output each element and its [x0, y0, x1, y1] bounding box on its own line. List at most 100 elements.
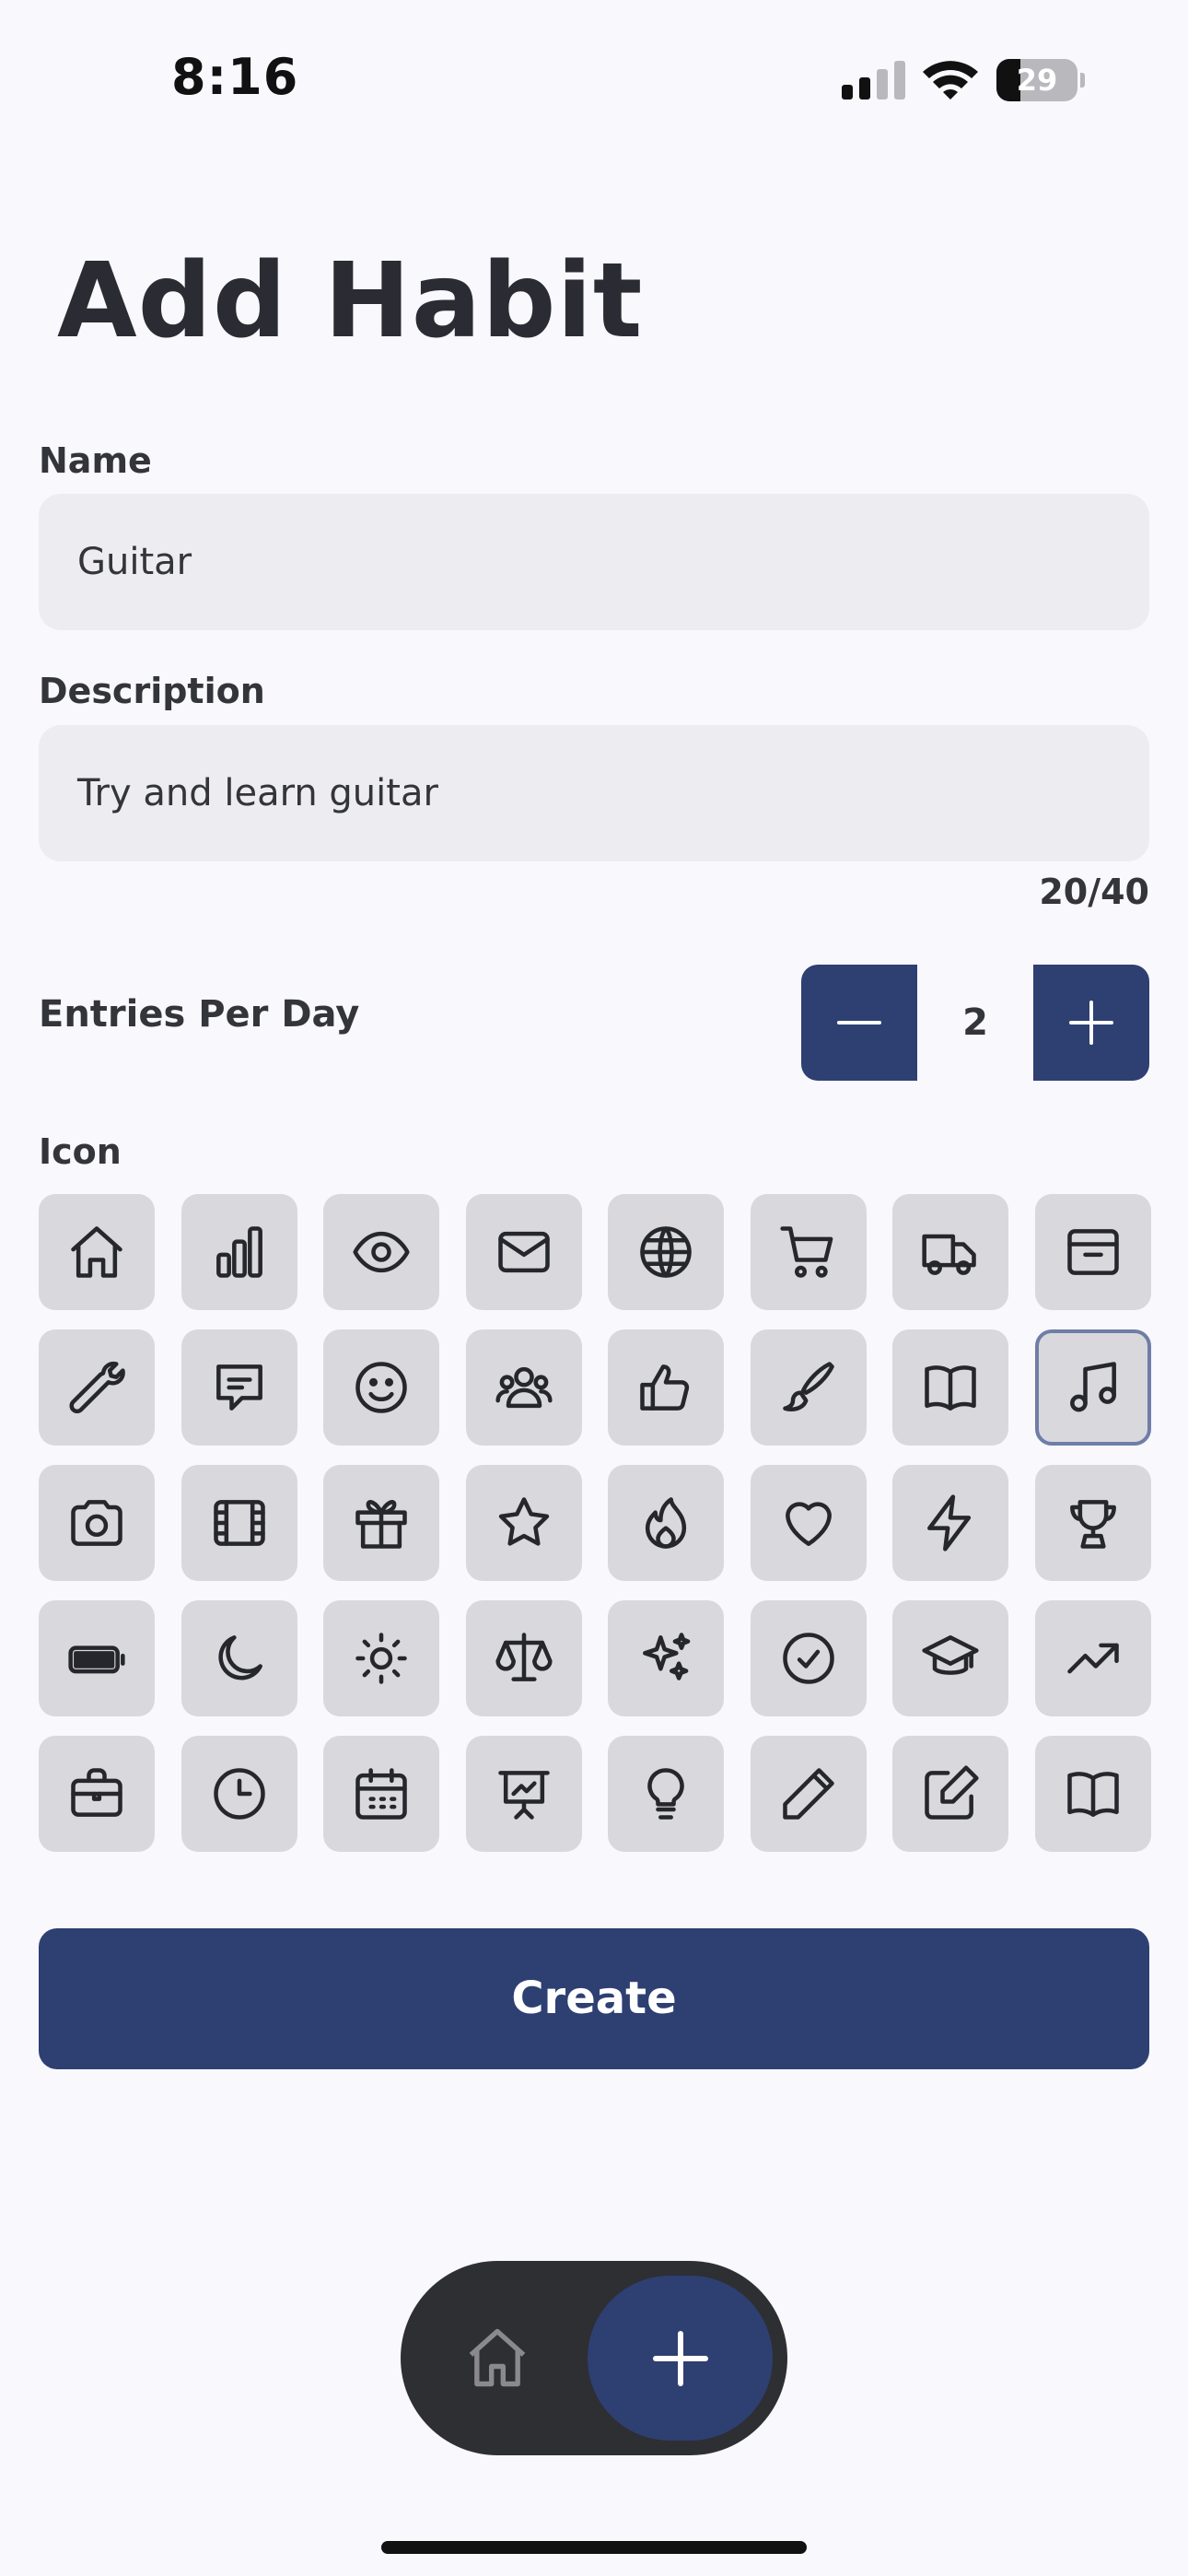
- bottom-tab-bar: [401, 2261, 787, 2455]
- icon-option-trophy[interactable]: [1034, 1465, 1151, 1581]
- entries-per-day-label: Entries Per Day: [39, 993, 360, 1036]
- description-label: Description: [39, 671, 265, 711]
- name-label: Name: [39, 440, 152, 481]
- create-button[interactable]: Create: [39, 1928, 1149, 2069]
- shopping-cart-icon: [779, 1226, 833, 1278]
- icon-option-face-smile[interactable]: [323, 1329, 439, 1446]
- icon-option-archive-box[interactable]: [1034, 1194, 1151, 1310]
- entries-per-day-value: 2: [962, 1001, 988, 1044]
- heart-icon: [785, 1502, 832, 1546]
- increment-button[interactable]: [1033, 965, 1149, 1081]
- icon-option-sun[interactable]: [323, 1600, 439, 1716]
- icon-option-music-note[interactable]: [1034, 1329, 1151, 1446]
- bar-chart-icon: [215, 1226, 262, 1278]
- icon-option-sparkles[interactable]: [608, 1600, 724, 1716]
- page-title: Add Habit: [57, 241, 644, 361]
- icon-option-truck[interactable]: [892, 1194, 1008, 1310]
- pencil-square-icon: [925, 1765, 979, 1820]
- music-note-icon: [1069, 1362, 1116, 1412]
- light-bulb-icon: [647, 1768, 684, 1820]
- icon-option-chat-bubble[interactable]: [181, 1329, 297, 1446]
- description-field[interactable]: Try and learn guitar: [39, 725, 1149, 861]
- icon-option-check-circle[interactable]: [750, 1600, 867, 1716]
- icon-option-star[interactable]: [465, 1465, 582, 1581]
- paint-brush-icon: [782, 1362, 834, 1411]
- plus-icon: [1069, 1001, 1113, 1045]
- icon-option-presentation-chart[interactable]: [465, 1736, 582, 1852]
- fire-icon: [645, 1497, 687, 1549]
- icon-option-film[interactable]: [181, 1465, 297, 1581]
- home-indicator: [381, 2541, 807, 2554]
- icon-option-trending-up[interactable]: [1034, 1600, 1151, 1716]
- icon-option-globe[interactable]: [608, 1194, 724, 1310]
- tab-add-habit[interactable]: [588, 2276, 773, 2441]
- face-smile-icon: [355, 1362, 407, 1413]
- trophy-icon: [1069, 1500, 1116, 1549]
- clock-icon: [213, 1768, 265, 1820]
- plus-icon: [652, 2330, 708, 2386]
- icon-option-moon[interactable]: [181, 1600, 297, 1716]
- battery-status-icon: 29: [996, 59, 1085, 101]
- pencil-icon: [782, 1768, 834, 1820]
- presentation-chart-icon: [497, 1771, 550, 1820]
- academic-cap-icon: [922, 1635, 979, 1675]
- chat-bubble-icon: [215, 1364, 262, 1411]
- user-group-icon: [495, 1366, 553, 1409]
- eye-icon: [353, 1231, 410, 1273]
- icon-option-battery[interactable]: [39, 1600, 155, 1716]
- wrench-icon: [69, 1361, 125, 1414]
- icon-option-fire[interactable]: [608, 1465, 724, 1581]
- minus-icon: [837, 1021, 881, 1025]
- icon-option-paint-brush[interactable]: [750, 1329, 867, 1446]
- archive-box-icon: [1066, 1229, 1119, 1275]
- icon-option-camera[interactable]: [39, 1465, 155, 1581]
- film-icon: [213, 1500, 265, 1546]
- add-habit-screen: 8:16 29 Add Habit Name Guitar Descriptio…: [0, 0, 1188, 2576]
- decrement-button[interactable]: [801, 965, 917, 1081]
- icon-option-shopping-cart[interactable]: [750, 1194, 867, 1310]
- battery-percentage: 29: [1016, 63, 1058, 98]
- entries-per-day-stepper: 2: [801, 965, 1149, 1081]
- icon-option-book-open-alt[interactable]: [1034, 1736, 1151, 1852]
- trending-up-icon: [1066, 1643, 1119, 1674]
- cellular-signal-icon: [842, 61, 906, 100]
- wifi-icon: [921, 55, 980, 101]
- icon-option-user-group[interactable]: [465, 1329, 582, 1446]
- icon-option-scale[interactable]: [465, 1600, 582, 1716]
- icon-option-pencil[interactable]: [750, 1736, 867, 1852]
- icon-option-book-open[interactable]: [892, 1329, 1008, 1446]
- icon-option-bolt[interactable]: [892, 1465, 1008, 1581]
- icon-option-briefcase[interactable]: [39, 1736, 155, 1852]
- icon-option-calendar[interactable]: [323, 1736, 439, 1852]
- star-icon: [498, 1497, 549, 1546]
- book-open-icon: [925, 1365, 976, 1411]
- name-field[interactable]: Guitar: [39, 494, 1149, 630]
- tab-home[interactable]: [456, 2316, 539, 2399]
- truck-icon: [922, 1234, 976, 1275]
- gift-icon: [355, 1500, 407, 1549]
- icon-option-pencil-square[interactable]: [892, 1736, 1008, 1852]
- thumb-up-icon: [640, 1364, 690, 1411]
- camera-icon: [71, 1500, 122, 1546]
- icon-option-wrench[interactable]: [39, 1329, 155, 1446]
- icon-option-house[interactable]: [39, 1194, 155, 1310]
- icon-option-bar-chart[interactable]: [181, 1194, 297, 1310]
- icon-option-heart[interactable]: [750, 1465, 867, 1581]
- icon-option-eye[interactable]: [323, 1194, 439, 1310]
- status-bar: 8:16 29: [0, 0, 1188, 147]
- icon-option-envelope[interactable]: [465, 1194, 582, 1310]
- icon-option-academic-cap[interactable]: [892, 1600, 1008, 1716]
- battery-icon: [68, 1645, 125, 1674]
- icon-option-clock[interactable]: [181, 1736, 297, 1852]
- book-open-alt-icon: [1066, 1772, 1119, 1817]
- check-circle-icon: [782, 1633, 834, 1684]
- status-time: 8:16: [171, 48, 299, 106]
- icon-option-thumb-up[interactable]: [608, 1329, 724, 1446]
- icon-option-gift[interactable]: [323, 1465, 439, 1581]
- icon-picker-grid: [39, 1194, 1151, 1852]
- sun-icon: [355, 1633, 407, 1684]
- calendar-icon: [355, 1768, 407, 1820]
- scale-icon: [495, 1633, 553, 1681]
- icon-option-light-bulb[interactable]: [608, 1736, 724, 1852]
- description-char-counter: 20/40: [1039, 872, 1149, 912]
